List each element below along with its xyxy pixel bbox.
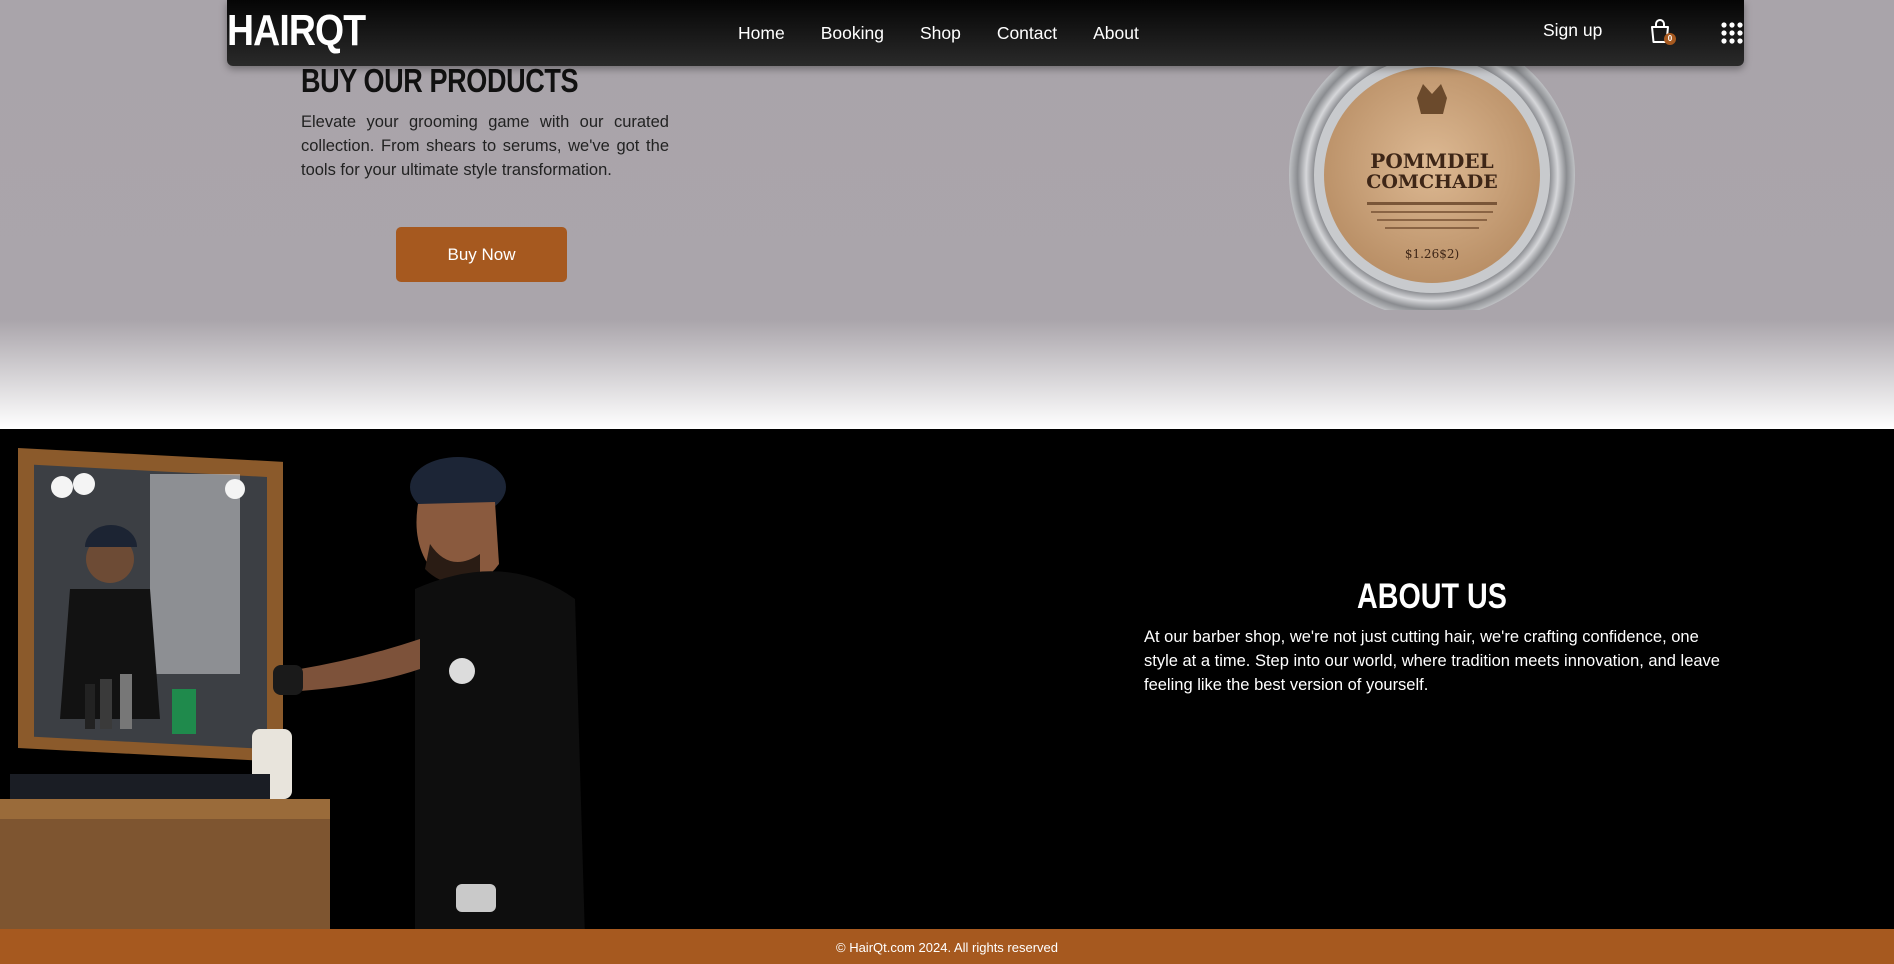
nav-contact[interactable]: Contact xyxy=(997,23,1057,44)
about-title: ABOUT US xyxy=(1357,577,1507,616)
tin-price: $1.26$2) xyxy=(1405,247,1459,261)
hero-title: BUY OUR PRODUCTS xyxy=(301,62,579,99)
page-footer: © HairQt.com 2024. All rights reserved xyxy=(0,929,1894,964)
hero-description: Elevate your grooming game with our cura… xyxy=(301,113,669,179)
nav-home[interactable]: Home xyxy=(738,23,785,44)
signup-link[interactable]: Sign up xyxy=(1543,20,1602,41)
top-navbar: HAIRQT Home Booking Shop Contact About S… xyxy=(227,0,1744,66)
brand-logo[interactable]: HAIRQT xyxy=(227,6,366,56)
cart-count-badge: 0 xyxy=(1664,33,1676,45)
pomade-tin-image: POMMDEL COMCHADE $1.26$2) xyxy=(1289,32,1575,310)
barber-photo xyxy=(0,447,585,929)
nav-about[interactable]: About xyxy=(1093,23,1139,44)
cart-button[interactable]: 0 xyxy=(1648,18,1676,48)
nav-shop[interactable]: Shop xyxy=(920,23,961,44)
tin-label-line1: POMMDEL xyxy=(1370,149,1493,173)
nav-booking[interactable]: Booking xyxy=(821,23,884,44)
nav-links: Home Booking Shop Contact About xyxy=(738,0,1175,66)
buy-now-button[interactable]: Buy Now xyxy=(396,227,567,282)
tin-label-line2: COMCHADE xyxy=(1366,171,1497,193)
about-section: ABOUT US At our barber shop, we're not j… xyxy=(0,429,1894,929)
grid-menu-icon[interactable] xyxy=(1721,22,1743,44)
about-description: At our barber shop, we're not just cutti… xyxy=(1144,628,1720,694)
copyright-text: © HairQt.com 2024. All rights reserved xyxy=(836,940,1058,955)
